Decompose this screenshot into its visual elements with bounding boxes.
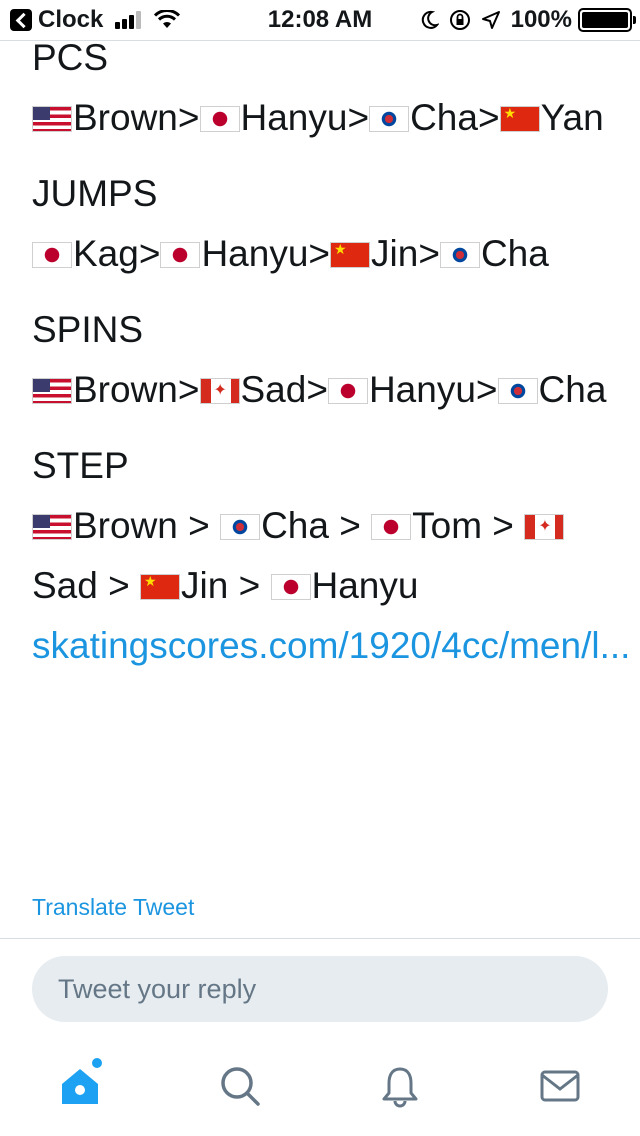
flag-jp-icon bbox=[327, 378, 368, 404]
flag-kr-icon bbox=[369, 106, 410, 132]
reply-input[interactable]: Tweet your reply bbox=[32, 956, 608, 1022]
tweet-text: PCSBrown>Hanyu>Cha>YanJUMPSKag>Hanyu>Jin… bbox=[32, 28, 630, 676]
bell-icon bbox=[382, 1067, 418, 1108]
skater-name: Sad bbox=[32, 565, 98, 606]
skater-name: Hanyu bbox=[368, 369, 476, 410]
skater-name: Hanyu bbox=[240, 97, 348, 138]
skater-name: Sad bbox=[240, 369, 307, 410]
flag-cn-icon bbox=[499, 100, 540, 132]
flag-kr-icon bbox=[220, 514, 261, 540]
ranking-line: Brown>Hanyu>Cha>Yan bbox=[32, 88, 612, 148]
skater-name: Cha bbox=[538, 369, 607, 410]
flag-kr-icon bbox=[439, 242, 480, 268]
home-icon bbox=[62, 1069, 98, 1104]
tab-search[interactable] bbox=[218, 1064, 262, 1108]
tab-messages[interactable] bbox=[538, 1064, 582, 1108]
skater-name: Kag bbox=[73, 233, 139, 274]
skater-name: Cha bbox=[410, 97, 478, 138]
rank-separator: > bbox=[475, 369, 498, 410]
ranking-line: Brown > Cha > Tom > Sad > Jin > Hanyu bbox=[32, 496, 612, 616]
skater-name: Jin bbox=[371, 233, 419, 274]
rankings-list: PCSBrown>Hanyu>Cha>YanJUMPSKag>Hanyu>Jin… bbox=[32, 28, 612, 616]
rank-separator: > bbox=[228, 565, 271, 606]
ranking-line: Kag>Hanyu>Jin>Cha bbox=[32, 224, 612, 284]
rank-separator: > bbox=[138, 233, 161, 274]
tab-bar bbox=[0, 1040, 640, 1136]
rank-separator: > bbox=[306, 369, 328, 410]
rank-separator: > bbox=[177, 505, 221, 546]
rank-separator: > bbox=[482, 505, 525, 546]
flag-cn-icon bbox=[330, 236, 371, 268]
mail-icon bbox=[540, 1070, 580, 1102]
divider bbox=[0, 938, 640, 939]
flag-us-icon bbox=[32, 514, 72, 540]
flag-us-icon bbox=[32, 106, 72, 132]
section-title: SPINS bbox=[32, 309, 144, 350]
skater-name: Hanyu bbox=[311, 565, 419, 606]
translate-tweet-link[interactable]: Translate Tweet bbox=[32, 894, 194, 921]
skater-name: Cha bbox=[261, 505, 329, 546]
skater-name: Brown bbox=[73, 505, 178, 546]
rank-separator: > bbox=[418, 233, 440, 274]
flag-us-icon bbox=[32, 378, 72, 404]
flag-jp-icon bbox=[199, 106, 240, 132]
flag-cn-icon bbox=[140, 568, 181, 600]
flag-jp-icon bbox=[160, 242, 201, 268]
section-title: PCS bbox=[32, 37, 109, 78]
flag-kr-icon bbox=[497, 378, 538, 404]
rank-separator: > bbox=[177, 369, 200, 410]
rank-separator: > bbox=[477, 97, 500, 138]
section-title: JUMPS bbox=[32, 173, 158, 214]
location-arrow-icon bbox=[481, 11, 500, 29]
rank-separator: > bbox=[328, 505, 372, 546]
flag-jp-icon bbox=[371, 514, 412, 540]
rank-separator: > bbox=[177, 97, 200, 138]
skater-name: Brown bbox=[73, 369, 178, 410]
tweet-link[interactable]: skatingscores.com/1920/4cc/men/l... bbox=[32, 616, 630, 676]
flag-ca-icon bbox=[524, 514, 565, 540]
flag-jp-icon bbox=[32, 242, 72, 268]
rank-separator: > bbox=[347, 97, 370, 138]
new-content-dot bbox=[90, 1056, 104, 1070]
skater-name: Jin bbox=[181, 565, 229, 606]
skater-name: Cha bbox=[480, 233, 549, 274]
rank-separator: > bbox=[308, 233, 331, 274]
skater-name: Brown bbox=[73, 97, 178, 138]
moon-icon bbox=[421, 10, 439, 29]
flag-ca-icon bbox=[199, 378, 240, 404]
section-title: STEP bbox=[32, 445, 129, 486]
skater-name: Yan bbox=[540, 97, 604, 138]
search-icon bbox=[221, 1067, 260, 1106]
tab-notifications[interactable] bbox=[378, 1064, 422, 1108]
rank-separator: > bbox=[97, 565, 141, 606]
tab-home[interactable] bbox=[58, 1056, 104, 1108]
flag-jp-icon bbox=[270, 574, 311, 600]
skater-name: Hanyu bbox=[201, 233, 309, 274]
skater-name: Tom bbox=[412, 505, 483, 546]
ranking-line: Brown>Sad>Hanyu>Cha bbox=[32, 360, 612, 420]
